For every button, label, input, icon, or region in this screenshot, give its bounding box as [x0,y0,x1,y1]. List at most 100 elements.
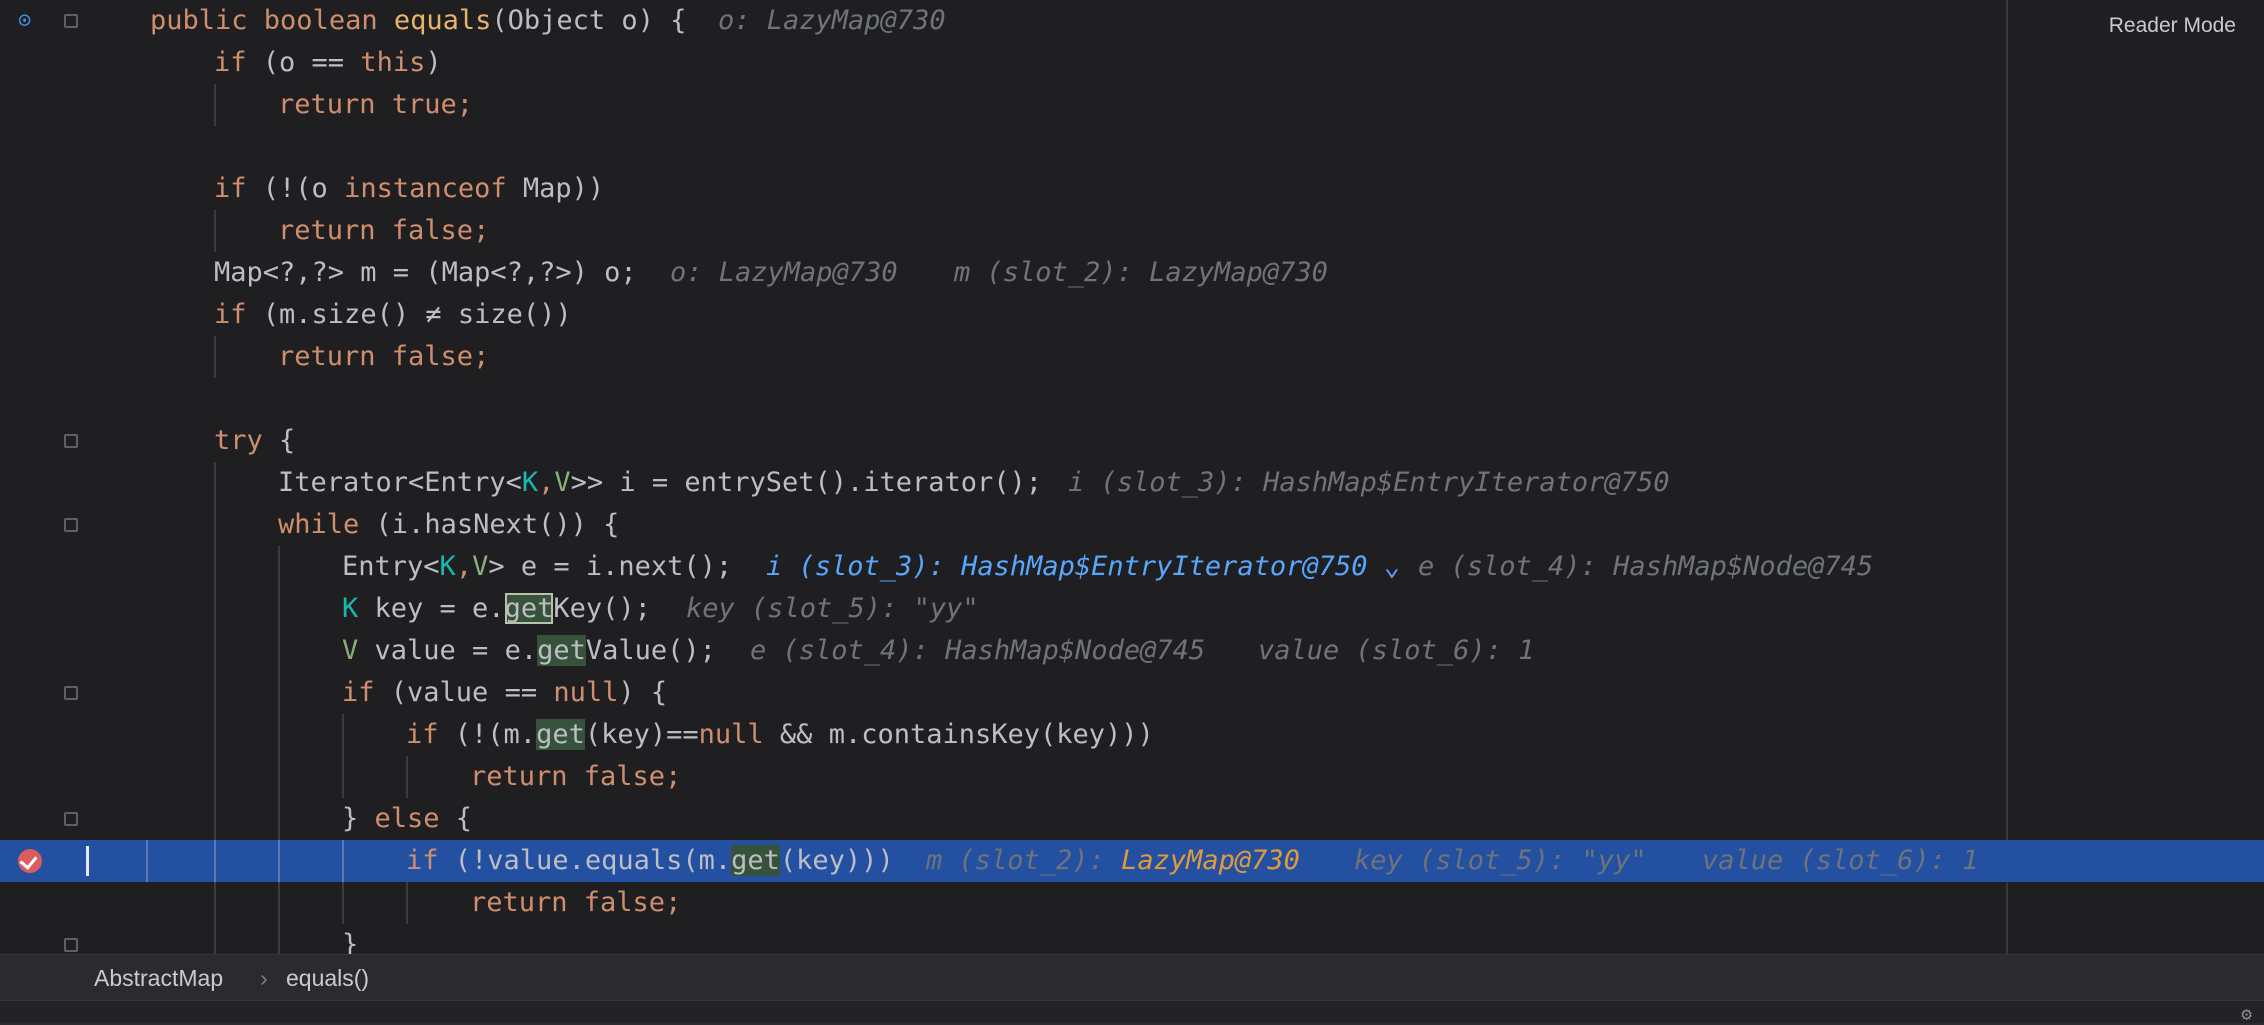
inline-debug-hint[interactable]: m (slot_2): LazyMap@730 [954,252,1328,294]
code-text: Map<?,?> m = (Map<?,?>) o; [214,257,637,288]
indent-guide [214,210,216,252]
inline-debug-hint[interactable]: key (slot_5): "yy" [686,588,979,630]
indent-guide [342,882,344,924]
indent-guide [214,504,216,546]
code-line-5[interactable]: if (!(o instanceof Map)) [0,168,2264,210]
breakpoint-check-icon[interactable] [18,849,42,873]
code-text: return false; [470,761,682,792]
code-text: if (o == this) [214,47,442,78]
code-editor[interactable]: Reader Mode ⊙ public boolean equals(Obje… [0,0,2264,954]
code-line-18[interactable]: if (!(m.get(key)==null && m.containsKey(… [0,714,2264,756]
code-line-14[interactable]: Entry<K,V> e = i.next(); i (slot_3): Has… [0,546,2264,588]
code-line-19[interactable]: return false; [0,756,2264,798]
code-text: Iterator<Entry<K,V>> i = entrySet().iter… [278,467,1043,498]
indent-guide [214,756,216,798]
code-text: if (!(m.get(key)==null && m.containsKey(… [406,719,1154,750]
code-text: } else { [342,803,473,834]
indent-guide [214,714,216,756]
indent-guide [278,714,280,756]
indent-guide [342,840,344,882]
status-bar [0,1000,2264,1023]
code-line-9[interactable]: return false; [0,336,2264,378]
code-line-6[interactable]: return false; [0,210,2264,252]
indent-guide [214,588,216,630]
fold-marker-icon[interactable] [64,434,78,448]
indent-guide [278,924,280,954]
code-text: while (i.hasNext()) { [278,509,620,540]
inline-debug-hint[interactable]: key (slot_5): "yy" [1354,840,1647,882]
code-line-3[interactable]: return true; [0,84,2264,126]
code-line-12[interactable]: Iterator<Entry<K,V>> i = entrySet().iter… [0,462,2264,504]
search-match: get [731,845,780,876]
code-text: } [342,929,359,954]
search-match: get [537,635,586,666]
indent-guide [278,588,280,630]
indent-guide [214,672,216,714]
indent-guide [214,336,216,378]
indent-guide [214,798,216,840]
indent-guide [278,630,280,672]
indent-guide [278,840,280,882]
indent-guide [278,672,280,714]
indent-guide [342,714,344,756]
code-text: V value = e.getValue(); [342,635,716,666]
indent-guide [214,546,216,588]
code-line-20[interactable]: } else { [0,798,2264,840]
indent-guide [278,798,280,840]
expand-chevron-icon[interactable]: ⌄ [1384,551,1400,582]
text-caret [86,846,89,876]
indent-guide [214,630,216,672]
code-line-2[interactable]: if (o == this) [0,42,2264,84]
inline-debug-hint[interactable]: i (slot_3): HashMap$EntryIterator@750 [1068,462,1669,504]
indent-guide [214,924,216,954]
search-match: get [504,593,554,624]
breadcrumb-class[interactable]: AbstractMap [94,965,223,992]
fold-marker-icon[interactable] [64,812,78,826]
inline-debug-hint[interactable]: o: LazyMap@730 [670,252,898,294]
code-text: if (m.size() ≠ size()) [214,299,572,330]
code-line-22[interactable]: return false; [0,882,2264,924]
breadcrumb: AbstractMap › equals() [0,954,2264,1001]
indent-guide [278,546,280,588]
code-line-13[interactable]: while (i.hasNext()) { [0,504,2264,546]
inline-debug-hint[interactable]: o: LazyMap@730 [718,0,946,42]
code-text: Entry<K,V> e = i.next(); [342,551,733,582]
fold-marker-icon[interactable] [64,518,78,532]
code-line-15[interactable]: K key = e.getKey(); key (slot_5): "yy" [0,588,2264,630]
inline-debug-hint[interactable]: e (slot_4): HashMap$Node@745 [750,630,1205,672]
breadcrumb-method[interactable]: equals() [286,965,369,992]
indent-guide [406,882,408,924]
code-line-7[interactable]: Map<?,?> m = (Map<?,?>) o; o: LazyMap@73… [0,252,2264,294]
inline-debug-hint[interactable]: value (slot_6): 1 [1702,840,1978,882]
code-text: return false; [278,215,490,246]
code-line-23[interactable]: } [0,924,2264,954]
inline-debug-hint[interactable]: m (slot_2): LazyMap@730 [926,840,1300,882]
fold-marker-icon[interactable] [64,686,78,700]
code-text: K key = e.getKey(); [342,593,651,624]
fold-marker-icon[interactable] [64,938,78,952]
code-line-11[interactable]: try { [0,420,2264,462]
indent-guide [342,756,344,798]
indent-guide [406,756,408,798]
inline-debug-hint[interactable]: e (slot_4): HashMap$Node@745 [1418,546,1873,588]
code-text: public boolean equals(Object o) { [150,5,687,36]
code-text: return true; [278,89,474,120]
code-line-1[interactable]: ⊙ public boolean equals(Object o) { o: L… [0,0,2264,42]
code-text: try { [214,425,296,456]
inline-debug-hint[interactable]: value (slot_6): 1 [1258,630,1534,672]
code-text: if (value == null) { [342,677,668,708]
fold-marker-icon[interactable] [64,14,78,28]
debug-step-icon[interactable]: ⊙ [18,8,31,33]
breadcrumb-separator: › [260,965,268,991]
indent-guide [278,756,280,798]
inline-debug-hint-highlighted[interactable]: i (slot_3): HashMap$EntryIterator@750 ⌄ [766,546,1400,588]
indent-guide [214,840,216,882]
indent-guide [214,882,216,924]
code-text: if (!(o instanceof Map)) [214,173,605,204]
code-line-17[interactable]: if (value == null) { [0,672,2264,714]
current-execution-line[interactable]: if (!value.equals(m.get(key))) m (slot_2… [0,840,2264,882]
code-line-16[interactable]: V value = e.getValue(); e (slot_4): Hash… [0,630,2264,672]
code-text: return false; [278,341,490,372]
indent-guide [214,84,216,126]
code-line-8[interactable]: if (m.size() ≠ size()) [0,294,2264,336]
